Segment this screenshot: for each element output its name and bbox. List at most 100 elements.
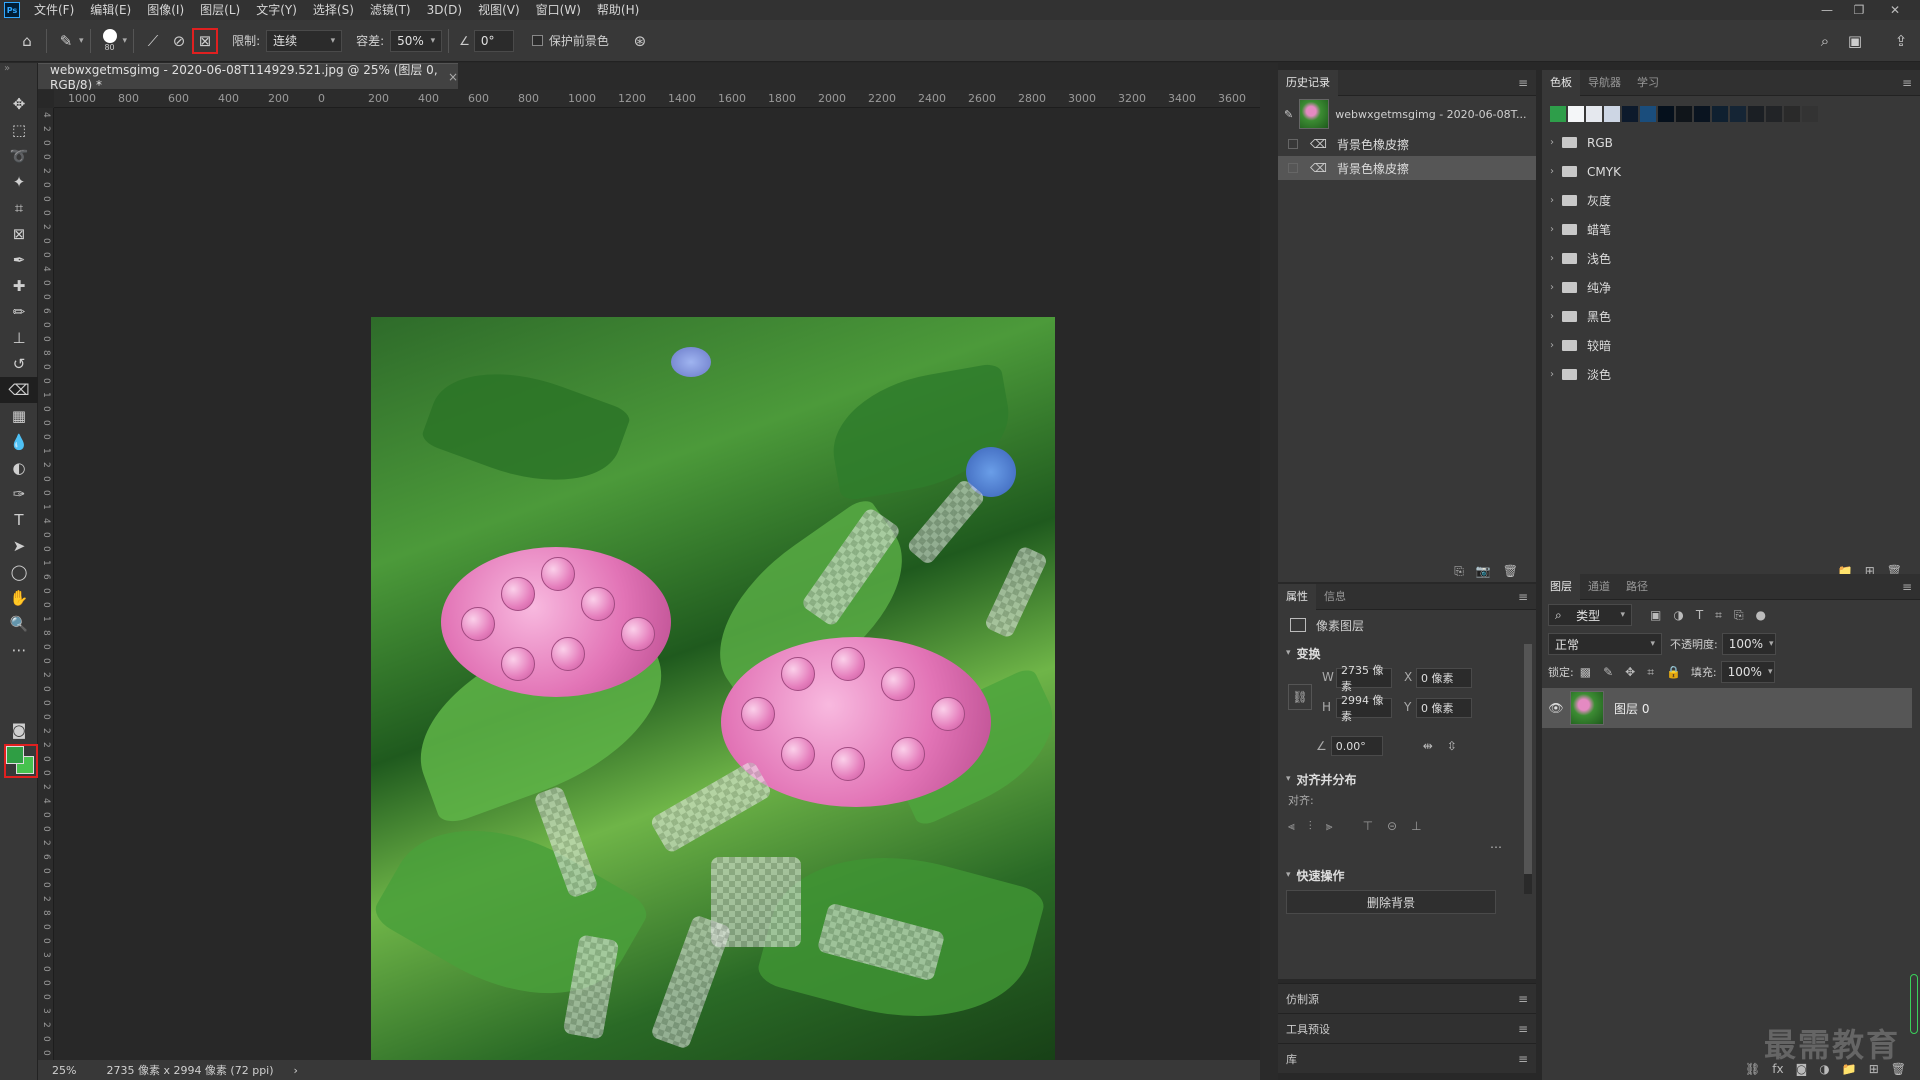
opacity-input[interactable]: 100% ▾ <box>1721 633 1776 655</box>
clone-source-panel[interactable]: 仿制源 ≡ <box>1278 983 1536 1013</box>
eraser-tool-preset-icon[interactable]: ✎ <box>53 28 79 54</box>
height-input[interactable]: 2994 像素 <box>1336 694 1392 723</box>
tab-paths[interactable]: 路径 <box>1618 574 1656 600</box>
sampling-once-icon[interactable]: ⊘ <box>166 28 192 54</box>
menu-item[interactable]: 文件(F) <box>26 0 82 20</box>
clone-stamp-tool-icon[interactable]: ⊥ <box>0 325 38 351</box>
align-top-icon[interactable]: ⊤ <box>1363 819 1373 833</box>
scroll-indicator[interactable] <box>1910 974 1918 1034</box>
type-tool-icon[interactable]: T <box>0 507 38 533</box>
history-snapshot[interactable]: ✎ webwxgetmsgimg - 2020-06-08T... <box>1278 96 1536 132</box>
camera-icon[interactable]: 📷 <box>1476 564 1491 578</box>
chevron-right-icon[interactable]: › <box>1542 282 1562 293</box>
swatch-group[interactable]: › 较暗 <box>1542 331 1920 360</box>
history-step[interactable]: ⌫ 背景色橡皮擦 <box>1278 132 1536 156</box>
ellipse-tool-icon[interactable]: ◯ <box>0 559 38 585</box>
restore-button[interactable]: ❐ <box>1844 0 1874 20</box>
history-step[interactable]: ⌫ 背景色橡皮擦 <box>1278 156 1536 180</box>
scrollbar[interactable] <box>1524 644 1532 894</box>
align-left-icon[interactable]: ⫷ <box>1288 819 1295 834</box>
menu-item[interactable]: 视图(V) <box>470 0 528 20</box>
more-tools-icon[interactable]: ⋯ <box>0 637 38 663</box>
quick-mask-icon[interactable]: ◙ <box>0 717 38 743</box>
panel-menu-icon[interactable]: ≡ <box>1518 1022 1528 1036</box>
color-swatch[interactable] <box>1658 106 1674 122</box>
align-middle-icon[interactable]: ⊝ <box>1387 819 1397 833</box>
share-icon[interactable]: ⇪ <box>1888 28 1914 54</box>
color-swatch[interactable] <box>1730 106 1746 122</box>
swatch-group[interactable]: › 黑色 <box>1542 302 1920 331</box>
menu-item[interactable]: 滤镜(T) <box>362 0 419 20</box>
minimize-button[interactable]: — <box>1812 0 1842 20</box>
swatch-group[interactable]: › 浅色 <box>1542 244 1920 273</box>
foreground-color[interactable] <box>6 746 24 764</box>
lasso-tool-icon[interactable]: ➰ <box>0 143 38 169</box>
width-input[interactable]: 2735 像素 <box>1336 664 1392 693</box>
close-window-button[interactable]: ✕ <box>1880 0 1910 20</box>
tab-history[interactable]: 历史记录 <box>1278 69 1338 96</box>
tab-layers[interactable]: 图层 <box>1542 573 1580 600</box>
color-swatch[interactable] <box>1676 106 1692 122</box>
search-icon[interactable]: ⌕ <box>1812 28 1838 54</box>
history-source-checkbox[interactable] <box>1288 163 1298 173</box>
dodge-tool-icon[interactable]: ◐ <box>0 455 38 481</box>
chevron-down-icon[interactable]: ▾ <box>123 36 128 46</box>
crop-tool-icon[interactable]: ⌗ <box>0 195 38 221</box>
sampling-background-swatch-icon[interactable]: ⊠ <box>192 27 219 54</box>
angle-input[interactable]: 0° <box>473 29 514 52</box>
menu-item[interactable]: 3D(D) <box>419 0 470 20</box>
brush-tool-icon[interactable]: ✏ <box>0 299 38 325</box>
menu-item[interactable]: 帮助(H) <box>589 0 647 20</box>
menu-item[interactable]: 选择(S) <box>305 0 362 20</box>
panel-menu-icon[interactable]: ≡ <box>1518 992 1528 1006</box>
tab-swatches[interactable]: 色板 <box>1542 69 1580 96</box>
scrollbar-thumb[interactable] <box>1524 644 1532 874</box>
lock-artboard-icon[interactable]: ⌗ <box>1647 665 1654 680</box>
y-input[interactable]: 0 像素 <box>1416 698 1472 718</box>
menu-item[interactable]: 编辑(E) <box>82 0 139 20</box>
panel-menu-icon[interactable]: ≡ <box>1518 1052 1528 1066</box>
document-image[interactable] <box>371 317 1055 1066</box>
menu-item[interactable]: 图层(L) <box>192 0 248 20</box>
swatch-group[interactable]: › 纯净 <box>1542 273 1920 302</box>
pressure-size-icon[interactable]: ⊛ <box>627 28 653 54</box>
zoom-tool-icon[interactable]: 🔍 <box>0 611 38 637</box>
chevron-right-icon[interactable]: › <box>1542 166 1562 177</box>
color-swatch[interactable] <box>1694 106 1710 122</box>
status-arrow-icon[interactable]: › <box>294 1064 298 1077</box>
color-swatch[interactable] <box>1802 106 1818 122</box>
panel-menu-icon[interactable]: ≡ <box>1902 76 1912 90</box>
sampling-continuous-icon[interactable]: ⟋ <box>140 28 166 54</box>
swatch-group[interactable]: › CMYK <box>1542 157 1920 186</box>
quick-actions-section[interactable]: ▾ 快速操作 <box>1278 862 1536 888</box>
chevron-right-icon[interactable]: › <box>1542 311 1562 322</box>
filter-shape-icon[interactable]: ⌗ <box>1715 608 1722 623</box>
layer-filter-select[interactable]: ⌕ 类型 ▾ <box>1548 604 1632 626</box>
brush-picker[interactable]: 80 <box>102 29 117 52</box>
swatch-group[interactable]: › 淡色 <box>1542 360 1920 389</box>
more-options-icon[interactable]: ⋯ <box>1278 840 1536 862</box>
tolerance-input[interactable]: 50% ▾ <box>390 29 443 52</box>
history-source-checkbox[interactable] <box>1288 139 1298 149</box>
history-brush-tool-icon[interactable]: ↺ <box>0 351 38 377</box>
document-tab[interactable]: webwxgetmsgimg - 2020-06-08T114929.521.j… <box>38 63 458 92</box>
align-center-h-icon[interactable]: ⫶ <box>1309 819 1312 834</box>
tab-navigator[interactable]: 导航器 <box>1580 70 1629 96</box>
swatch-group[interactable]: › 灰度 <box>1542 186 1920 215</box>
x-input[interactable]: 0 像素 <box>1416 668 1472 688</box>
trash-icon[interactable]: 🗑 <box>1503 564 1518 578</box>
layer-name[interactable]: 图层 0 <box>1614 700 1649 717</box>
chevron-right-icon[interactable]: › <box>1542 369 1562 380</box>
rotation-input[interactable]: 0.00° <box>1330 736 1383 756</box>
swatch-group[interactable]: › RGB <box>1542 128 1920 157</box>
panel-menu-icon[interactable]: ≡ <box>1902 580 1912 594</box>
filter-adjustment-icon[interactable]: ◑ <box>1673 608 1683 622</box>
limit-select[interactable]: 连续 ▾ <box>266 29 343 52</box>
lock-all-icon[interactable]: 🔒 <box>1666 665 1681 679</box>
color-swatch[interactable] <box>1712 106 1728 122</box>
close-tab-icon[interactable]: × <box>448 70 458 84</box>
color-swatch[interactable] <box>1640 106 1656 122</box>
healing-brush-tool-icon[interactable]: ✚ <box>0 273 38 299</box>
tab-channels[interactable]: 通道 <box>1580 574 1618 600</box>
flip-vertical-icon[interactable]: ⇳ <box>1447 739 1457 753</box>
